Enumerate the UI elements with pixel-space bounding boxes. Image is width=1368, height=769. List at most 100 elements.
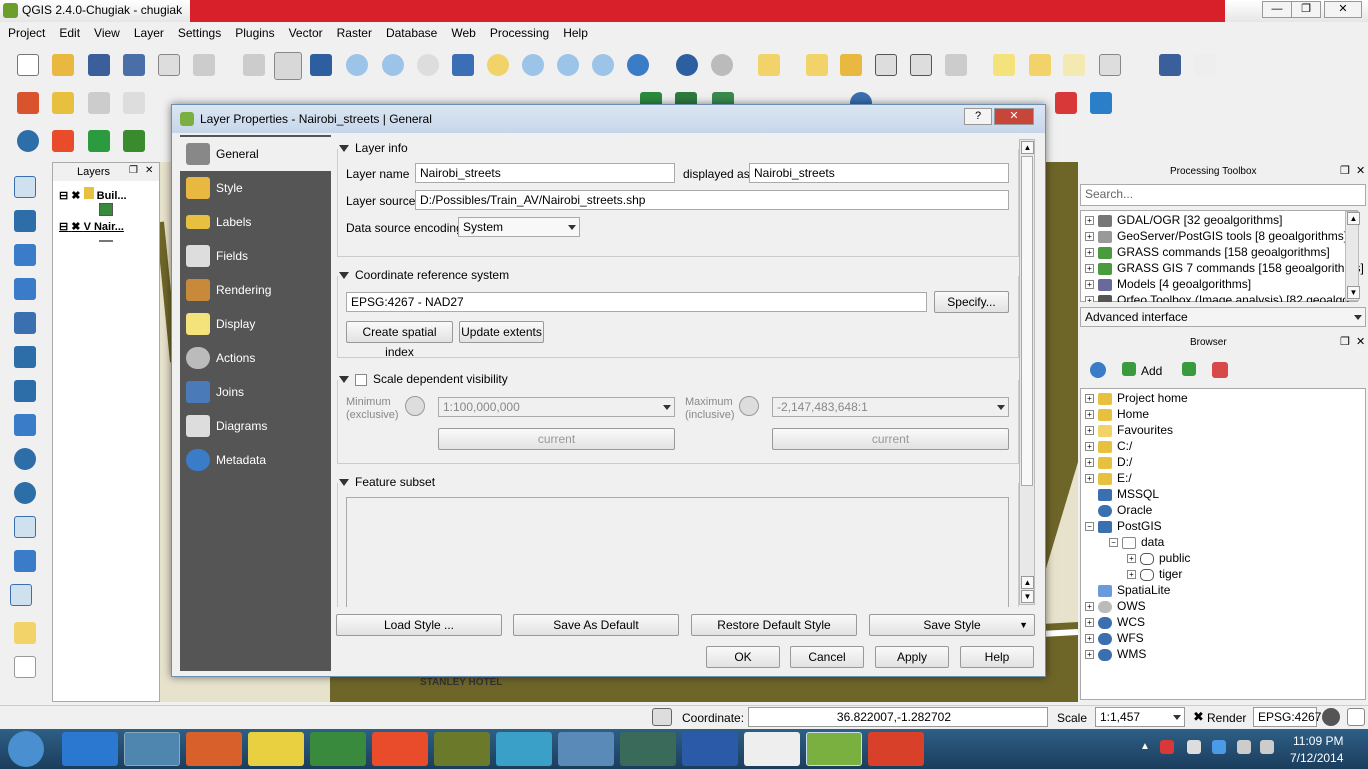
expand-icon[interactable]: +	[1085, 634, 1094, 644]
create-spatial-index-button[interactable]: Create spatial index	[346, 321, 453, 359]
add-button-label[interactable]: Add	[1141, 364, 1162, 378]
show-bookmarks-icon[interactable]	[1063, 54, 1085, 76]
add-delimited-text-icon[interactable]	[14, 516, 36, 538]
add-wms-layer-icon[interactable]	[14, 414, 36, 436]
browser-item[interactable]: + OWS	[1085, 599, 1146, 615]
powerpoint-icon[interactable]	[868, 732, 924, 766]
scroll-up-icon[interactable]: ▲	[1021, 141, 1034, 154]
measure-icon[interactable]	[945, 54, 967, 76]
select-features-icon[interactable]	[758, 54, 780, 76]
zoom-layer-icon[interactable]	[522, 54, 544, 76]
browser-item[interactable]: Oracle	[1098, 503, 1152, 519]
nav-actions[interactable]: Actions	[180, 341, 331, 375]
zoom-native-icon[interactable]	[417, 54, 439, 76]
coordinate-field[interactable]: 36.822007,-1.282702	[748, 707, 1048, 727]
menu-processing[interactable]: Processing	[482, 22, 555, 40]
crs-globe-icon[interactable]	[1322, 708, 1340, 726]
tray-device-icon[interactable]	[1187, 740, 1201, 754]
nav-fields[interactable]: Fields	[180, 239, 331, 273]
float-panel-icon[interactable]: ❐	[129, 165, 138, 176]
layer-source-input[interactable]: D:/Possibles/Train_AV/Nairobi_streets.sh…	[415, 190, 1009, 210]
crs-status-button[interactable]: EPSG:4267	[1253, 707, 1321, 727]
network-icon[interactable]	[1237, 740, 1251, 754]
specify-button[interactable]: Specify...	[934, 291, 1009, 313]
close-panel-icon[interactable]: ✕	[1356, 164, 1365, 177]
browser-item[interactable]: + Project home	[1085, 391, 1188, 407]
nav-display[interactable]: Display	[180, 307, 331, 341]
menu-project[interactable]: Project	[0, 22, 51, 40]
browser-item[interactable]: + C:/	[1085, 439, 1132, 455]
expand-icon[interactable]: +	[1127, 570, 1136, 580]
zoom-out-icon[interactable]	[405, 396, 425, 416]
cancel-button[interactable]: Cancel	[790, 646, 864, 668]
update-extents-button[interactable]: Update extents	[459, 321, 544, 343]
new-spatialite-icon[interactable]	[14, 622, 36, 644]
close-panel-icon[interactable]: ✕	[1356, 335, 1365, 348]
volume-icon[interactable]	[1260, 740, 1274, 754]
layer-name-input[interactable]: Nairobi_streets	[415, 163, 675, 183]
clock-time[interactable]: 11:09 PM	[1293, 734, 1343, 748]
tray-expand-icon[interactable]: ▲	[1140, 741, 1150, 752]
subset-query-text[interactable]	[346, 497, 1009, 607]
field-calculator-icon[interactable]	[910, 54, 932, 76]
processing-scrollbar[interactable]: ▲ ▼	[1345, 211, 1360, 301]
browser-item[interactable]: + WCS	[1085, 615, 1145, 631]
text-annotation-icon[interactable]	[1099, 54, 1121, 76]
zoom-out-icon[interactable]	[382, 54, 404, 76]
expand-icon[interactable]: +	[1085, 232, 1094, 242]
menu-plugins[interactable]: Plugins	[227, 22, 280, 40]
scroll-up-icon[interactable]: ▲	[1021, 576, 1034, 589]
add-db2-layer-icon[interactable]	[14, 380, 36, 402]
expand-icon[interactable]: +	[1085, 394, 1094, 404]
expand-icon[interactable]: +	[1085, 280, 1094, 290]
add-gpx-icon[interactable]	[14, 550, 36, 572]
load-style-button[interactable]: Load Style ...	[336, 614, 502, 636]
save-style-button[interactable]: Save Style ▼	[869, 614, 1035, 636]
add-mssql-layer-icon[interactable]	[14, 312, 36, 334]
identify-icon[interactable]	[676, 54, 698, 76]
add-wfs-layer-icon[interactable]	[14, 482, 36, 504]
dialog-close-button[interactable]: ✕	[994, 108, 1034, 125]
add-spatialite-layer-icon[interactable]	[14, 278, 36, 300]
plugin-icon[interactable]	[1055, 92, 1077, 114]
properties-icon[interactable]	[1212, 362, 1228, 378]
messages-icon[interactable]	[1347, 708, 1365, 726]
collapse-icon[interactable]: ⊟	[59, 221, 68, 233]
minimum-current-button[interactable]: current	[438, 428, 675, 450]
nav-rendering[interactable]: Rendering	[180, 273, 331, 307]
chrome-icon[interactable]	[372, 732, 428, 766]
save-as-default-button[interactable]: Save As Default	[513, 614, 679, 636]
raster-calc-icon[interactable]	[123, 130, 145, 152]
visibility-checkbox[interactable]: ✖	[71, 221, 80, 233]
zoom-next-icon[interactable]	[592, 54, 614, 76]
layer-item[interactable]: ⊟ ✖ Buil...	[59, 187, 127, 202]
expand-icon[interactable]: +	[1085, 442, 1094, 452]
deselect-icon[interactable]	[806, 54, 828, 76]
zoom-last-icon[interactable]	[557, 54, 579, 76]
maximum-current-button[interactable]: current	[772, 428, 1009, 450]
browser-item[interactable]: MSSQL	[1098, 487, 1159, 503]
start-button-icon[interactable]	[8, 731, 44, 767]
globe-app-icon[interactable]	[620, 732, 676, 766]
apply-button[interactable]: Apply	[875, 646, 949, 668]
vb-icon[interactable]	[682, 732, 738, 766]
float-panel-icon[interactable]: ❐	[1340, 164, 1350, 177]
scroll-down-icon[interactable]: ▼	[1021, 590, 1034, 603]
close-button[interactable]: ✕	[1324, 1, 1362, 18]
restore-default-style-button[interactable]: Restore Default Style	[691, 614, 857, 636]
postgres-icon[interactable]	[558, 732, 614, 766]
new-project-icon[interactable]	[17, 54, 39, 76]
composer-manager-icon[interactable]	[193, 54, 215, 76]
browser-item[interactable]: + WMS	[1085, 647, 1146, 663]
new-bookmark-icon[interactable]	[1029, 54, 1051, 76]
menu-edit[interactable]: Edit	[51, 22, 86, 40]
menu-help[interactable]: Help	[555, 22, 594, 40]
browser-item[interactable]: + Home	[1085, 407, 1149, 423]
expand-icon[interactable]: +	[1085, 410, 1094, 420]
file-explorer-icon[interactable]	[124, 732, 180, 766]
touch-zoom-icon[interactable]	[243, 54, 265, 76]
expand-icon[interactable]: +	[1085, 474, 1094, 484]
menu-database[interactable]: Database	[378, 22, 443, 40]
save-as-icon[interactable]	[123, 54, 145, 76]
add-oracle-layer-icon[interactable]	[14, 346, 36, 368]
